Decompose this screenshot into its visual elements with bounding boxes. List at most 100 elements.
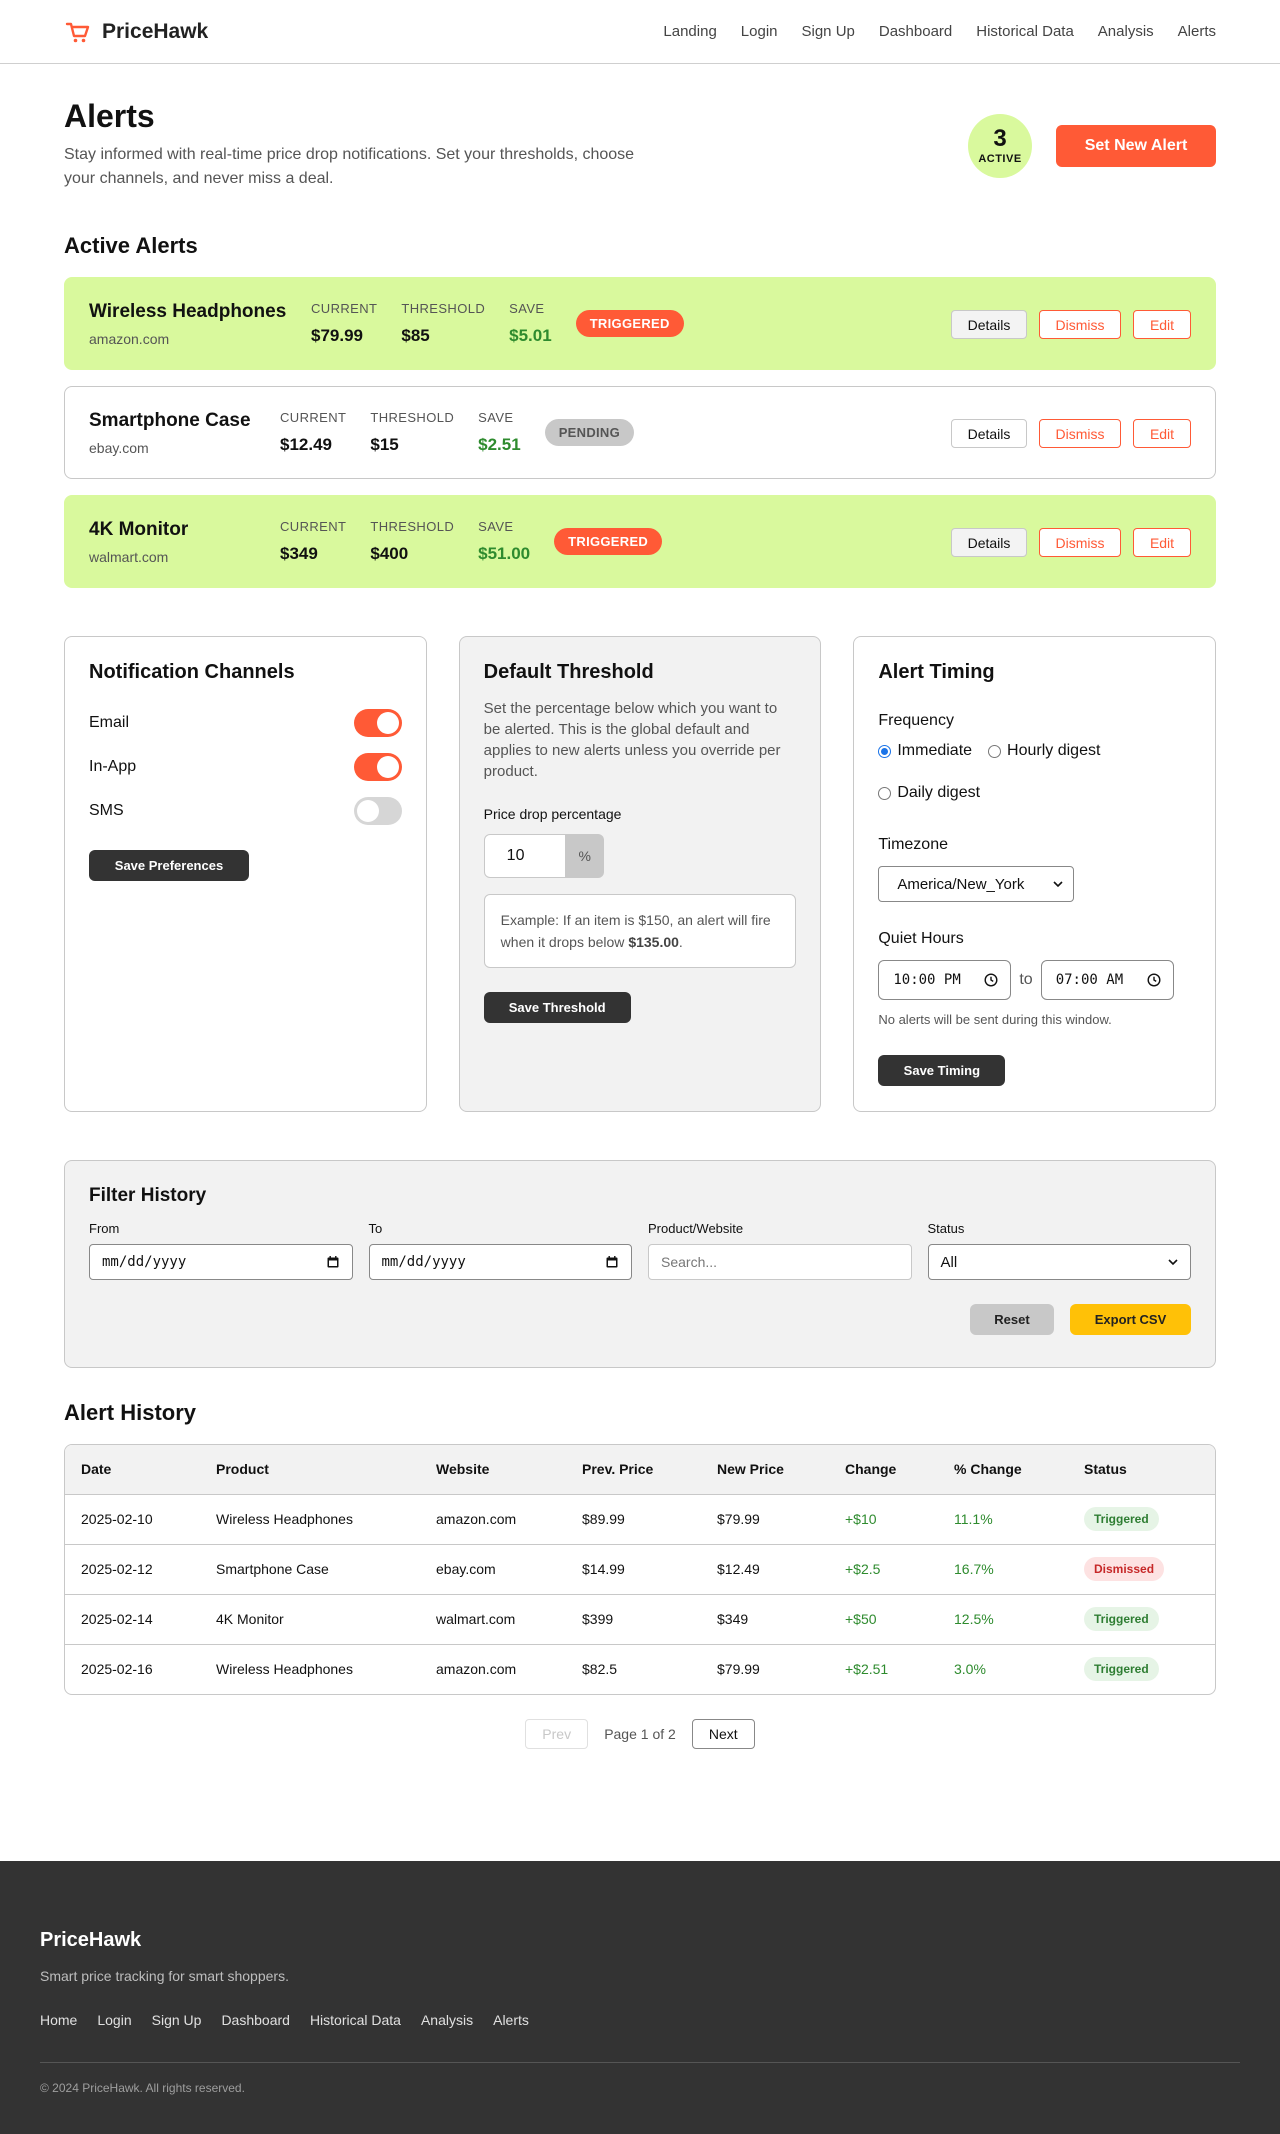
edit-button[interactable]: Edit — [1133, 310, 1191, 339]
column-header: Website — [420, 1445, 566, 1494]
alert-product-site: amazon.com — [89, 330, 170, 347]
to-label: To — [368, 1221, 383, 1236]
from-date-input[interactable]: mm/dd/yyyy — [89, 1244, 353, 1280]
radio-button[interactable] — [988, 744, 1002, 758]
footer: PriceHawk Smart price tracking for smart… — [0, 1861, 1280, 2134]
timezone-select[interactable]: America/New_York — [878, 866, 1075, 902]
cell-product: Wireless Headphones — [200, 1643, 420, 1694]
footer-link-home[interactable]: Home — [40, 2012, 77, 2028]
dismiss-button[interactable]: Dismiss — [1039, 419, 1121, 448]
alert-stat-current: CURRENT $79.99 — [311, 301, 377, 346]
cell-website: walmart.com — [420, 1593, 566, 1644]
stat-label: CURRENT — [311, 301, 378, 316]
column-header: New Price — [701, 1445, 829, 1494]
footer-link-login[interactable]: Login — [97, 2012, 131, 2028]
nav-link-dashboard[interactable]: Dashboard — [879, 23, 952, 40]
nav-link-landing[interactable]: Landing — [663, 23, 716, 40]
panel-title: Notification Channels — [89, 661, 295, 683]
stat-label: SAVE — [478, 519, 514, 534]
channel-row-in-app: In-App — [89, 752, 402, 782]
timezone-label: Timezone — [878, 836, 948, 853]
sms-toggle[interactable] — [353, 797, 402, 825]
cell-status: Triggered — [1068, 1593, 1215, 1644]
footer-link-analysis[interactable]: Analysis — [421, 2012, 473, 2028]
example-suffix: . — [678, 934, 683, 950]
nav-link-signup[interactable]: Sign Up — [802, 23, 855, 40]
frequency-label: Frequency — [878, 712, 954, 729]
nav-link-alerts[interactable]: Alerts — [1178, 23, 1216, 40]
radio-button[interactable] — [878, 786, 892, 800]
notification-channels-panel: Notification Channels Email In-App SMS S… — [64, 636, 427, 1112]
cell-website: amazon.com — [420, 1643, 566, 1694]
footer-link-alerts[interactable]: Alerts — [493, 2012, 529, 2028]
radio-button[interactable] — [878, 744, 892, 758]
status-pill: Triggered — [1084, 1657, 1159, 1682]
in-app-toggle[interactable] — [353, 753, 402, 781]
price-drop-field: % — [483, 834, 604, 878]
nav-link-analysis[interactable]: Analysis — [1098, 23, 1154, 40]
alert-card: Wireless Headphones amazon.com CURRENT $… — [64, 277, 1216, 370]
email-toggle[interactable] — [353, 709, 402, 737]
frequency-options: Immediate Hourly digest Daily digest — [878, 742, 1191, 826]
alert-product-site: ebay.com — [89, 439, 149, 456]
cell-pct-change: 16.7% — [938, 1543, 1068, 1594]
cell-status: Triggered — [1068, 1643, 1215, 1694]
prev-page-button[interactable]: Prev — [525, 1719, 589, 1749]
stat-value: $12.49 — [280, 435, 332, 454]
filter-history-panel: Filter History From mm/dd/yyyy To mm/dd/… — [64, 1160, 1216, 1368]
search-placeholder: Search... — [661, 1254, 718, 1270]
stat-label: THRESHOLD — [370, 410, 455, 425]
cell-pct-change: 12.5% — [938, 1593, 1068, 1644]
brand[interactable]: PriceHawk — [64, 18, 208, 46]
dismiss-button[interactable]: Dismiss — [1039, 528, 1121, 557]
nav-link-login[interactable]: Login — [741, 23, 778, 40]
calendar-icon[interactable] — [605, 1255, 619, 1269]
table-row: 2025-02-12 Smartphone Case ebay.com $14.… — [65, 1543, 1215, 1594]
cell-prev-price: $82.5 — [566, 1643, 701, 1694]
nav-link-historical-data[interactable]: Historical Data — [976, 23, 1074, 40]
frequency-option-hourly[interactable]: Hourly digest — [988, 742, 1100, 760]
cell-prev-price: $399 — [566, 1593, 701, 1644]
calendar-icon[interactable] — [326, 1255, 340, 1269]
quiet-from-input[interactable]: 10:00 PM — [878, 960, 1012, 1000]
details-button[interactable]: Details — [951, 419, 1027, 448]
quiet-hours-range: 10:00 PM to 07:00 AM — [878, 960, 1191, 1000]
product-search-input[interactable]: Search... — [648, 1244, 912, 1280]
dismiss-button[interactable]: Dismiss — [1039, 310, 1121, 339]
export-csv-button[interactable]: Export CSV — [1070, 1304, 1191, 1335]
reset-button[interactable]: Reset — [970, 1304, 1054, 1335]
alert-product-name: 4K Monitor — [89, 518, 189, 540]
footer-link-dashboard[interactable]: Dashboard — [221, 2012, 290, 2028]
edit-button[interactable]: Edit — [1133, 419, 1191, 448]
next-page-button[interactable]: Next — [691, 1719, 755, 1749]
cell-new-price: $12.49 — [701, 1543, 829, 1594]
footer-link-signup[interactable]: Sign Up — [152, 2012, 202, 2028]
edit-button[interactable]: Edit — [1133, 528, 1191, 557]
details-button[interactable]: Details — [951, 310, 1027, 339]
clock-icon — [1147, 973, 1161, 987]
save-timing-button[interactable]: Save Timing — [878, 1055, 1006, 1086]
footer-link-historical-data[interactable]: Historical Data — [310, 2012, 401, 2028]
price-drop-input[interactable] — [483, 834, 566, 878]
save-threshold-button[interactable]: Save Threshold — [483, 992, 631, 1023]
active-alerts-title: Active Alerts — [64, 233, 198, 258]
details-button[interactable]: Details — [951, 528, 1027, 557]
status-select[interactable]: All — [927, 1244, 1191, 1280]
quiet-to-input[interactable]: 07:00 AM — [1040, 960, 1174, 1000]
channel-label: SMS — [89, 802, 124, 819]
cell-new-price: $349 — [701, 1593, 829, 1644]
alert-stat-current: CURRENT $349 — [280, 519, 346, 564]
save-preferences-button[interactable]: Save Preferences — [89, 850, 249, 881]
channel-label: In-App — [89, 758, 137, 775]
frequency-option-daily[interactable]: Daily digest — [878, 784, 980, 802]
to-date-input[interactable]: mm/dd/yyyy — [368, 1244, 632, 1280]
table-row: 2025-02-16 Wireless Headphones amazon.co… — [65, 1643, 1215, 1694]
alert-status-badge: TRIGGERED — [554, 528, 663, 555]
set-new-alert-button[interactable]: Set New Alert — [1056, 125, 1216, 167]
alert-stat-save: SAVE $2.51 — [478, 410, 521, 455]
page-indicator: Page 1 of 2 — [604, 1726, 676, 1742]
frequency-option-immediate[interactable]: Immediate — [878, 742, 972, 760]
cell-date: 2025-02-12 — [65, 1543, 200, 1594]
stat-value: $15 — [370, 435, 399, 454]
stat-value: $400 — [370, 544, 409, 563]
